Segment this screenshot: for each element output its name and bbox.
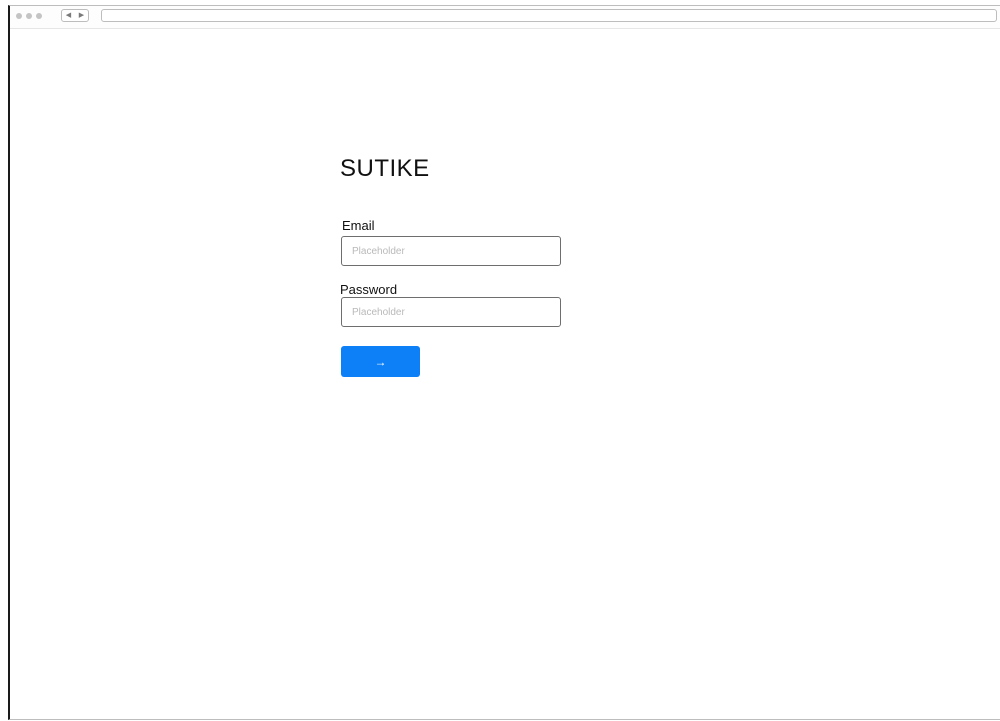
password-input[interactable] — [341, 297, 561, 327]
browser-toolbar: ◀ ▶ — [10, 6, 1000, 29]
email-label: Email — [342, 218, 375, 233]
window-controls — [16, 13, 42, 19]
back-icon[interactable]: ◀ — [66, 12, 71, 19]
arrow-right-icon: → — [374, 354, 387, 369]
password-label: Password — [340, 282, 398, 297]
brand-title: SUTIKE — [340, 155, 430, 182]
maximize-window-dot[interactable] — [36, 13, 42, 19]
submit-button[interactable]: → — [341, 346, 420, 377]
email-input[interactable] — [341, 236, 561, 266]
forward-icon[interactable]: ▶ — [79, 12, 84, 19]
navigation-buttons: ◀ ▶ — [61, 9, 89, 22]
address-bar[interactable] — [101, 9, 997, 22]
close-window-dot[interactable] — [16, 13, 22, 19]
minimize-window-dot[interactable] — [26, 13, 32, 19]
browser-window: ◀ ▶ — [8, 5, 1000, 720]
